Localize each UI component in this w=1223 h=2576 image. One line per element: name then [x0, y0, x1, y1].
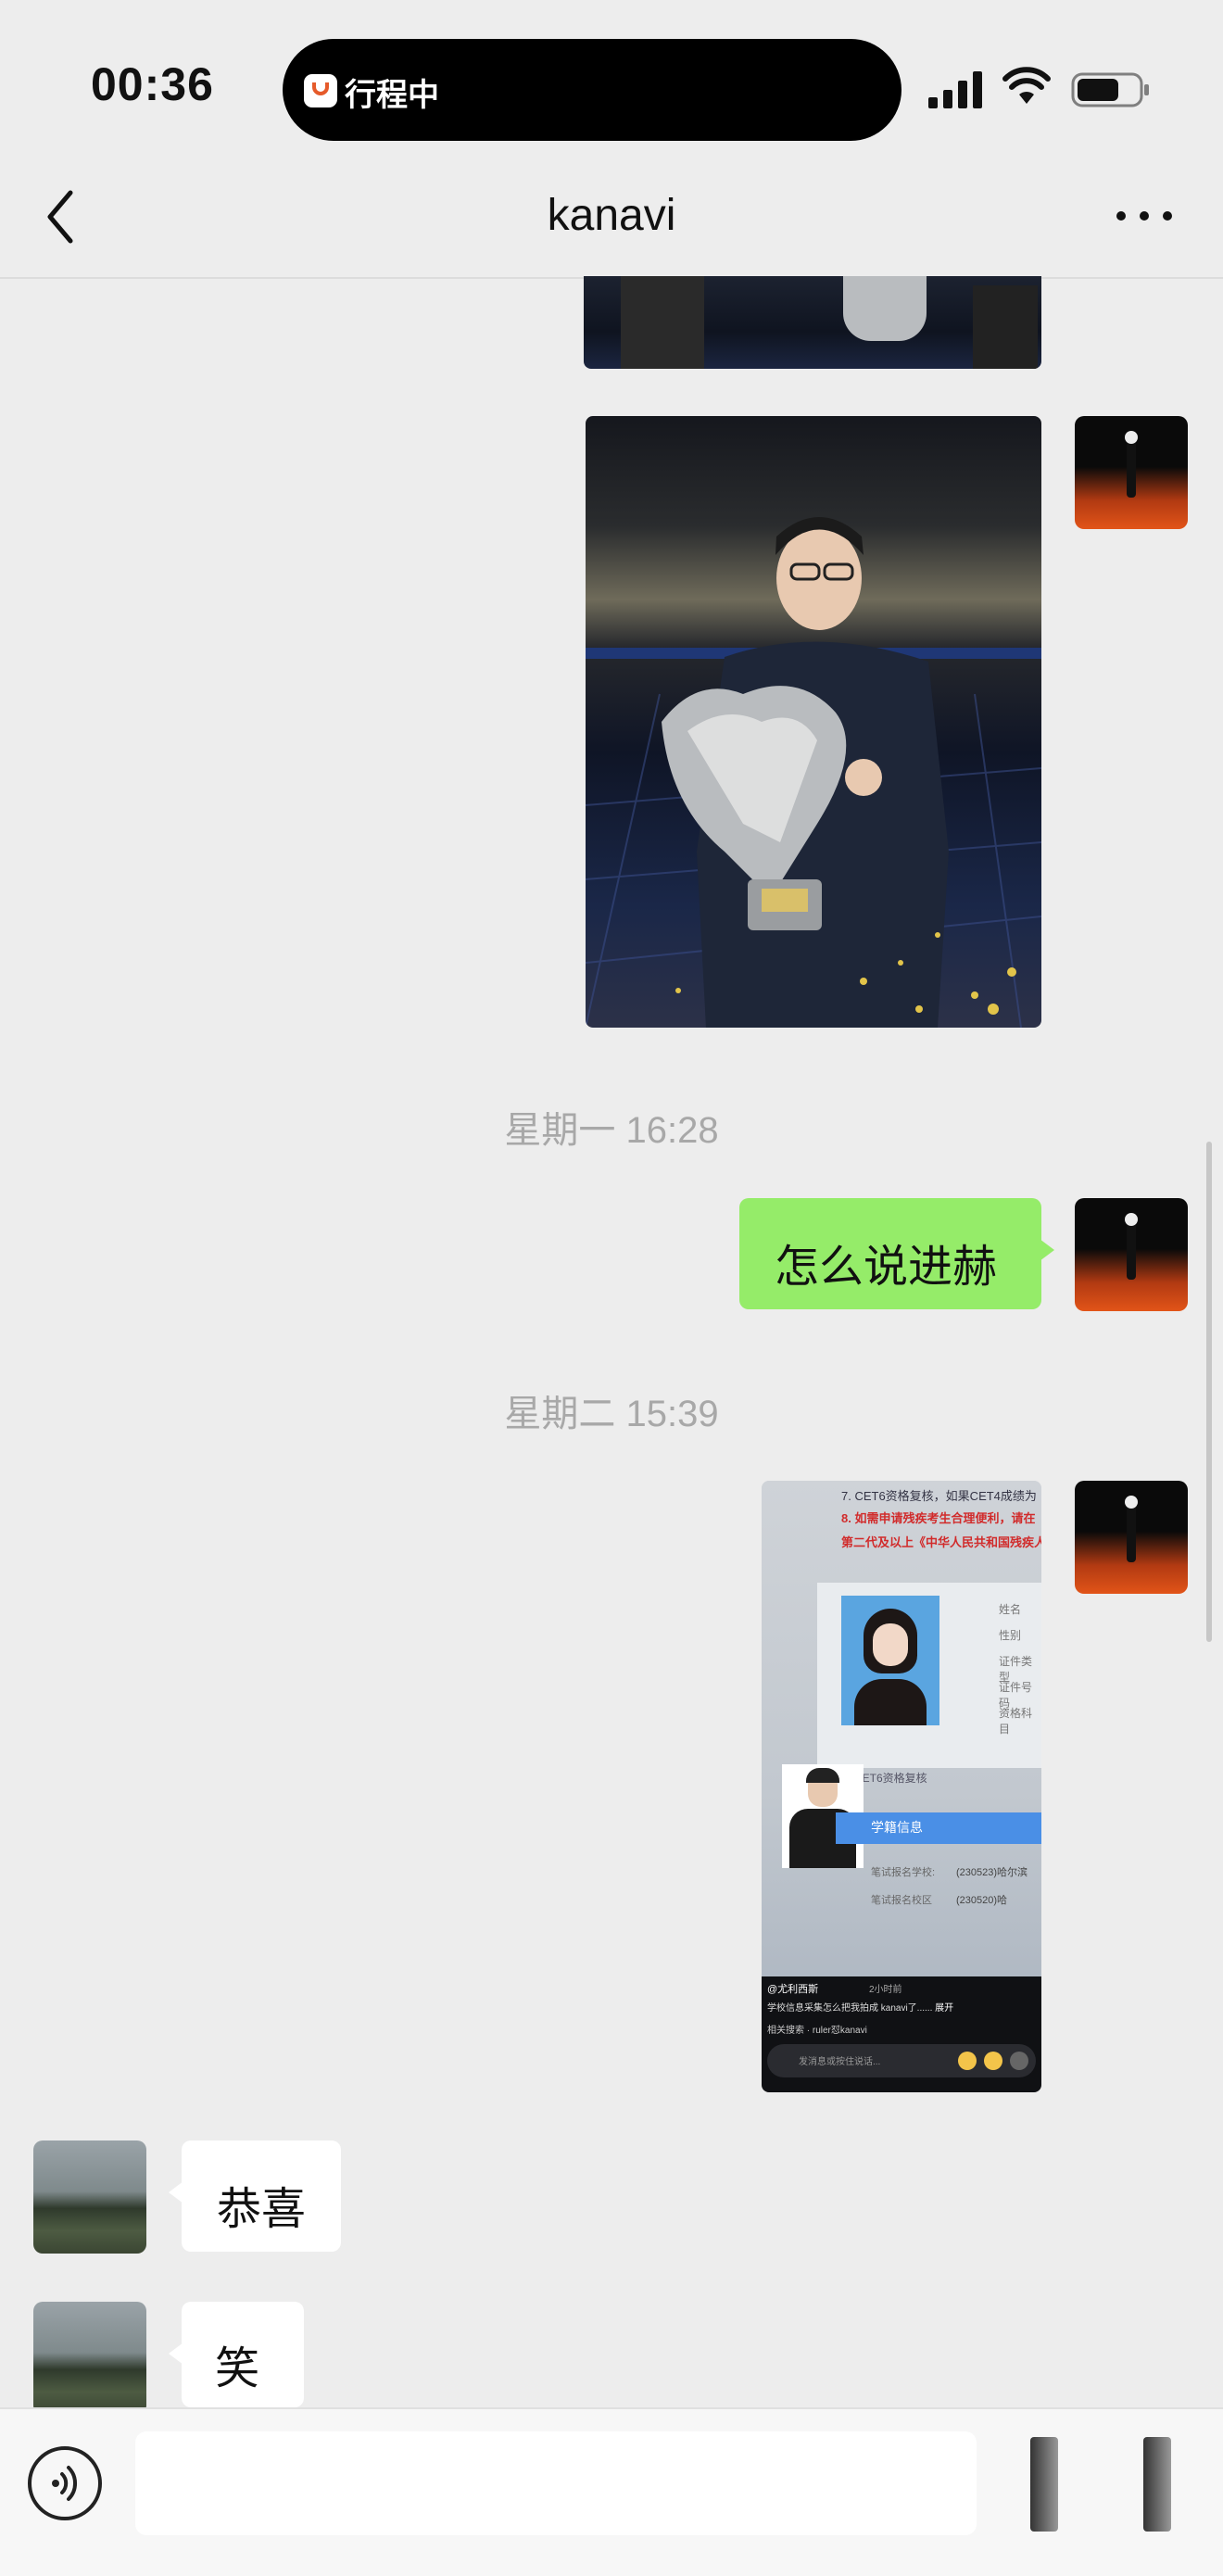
- card-caption-text: 学校信息采集怎么把我拍成 kanavi了......: [767, 2003, 933, 2014]
- emoji-icon: [958, 2052, 977, 2070]
- message-text: 恭喜: [217, 2185, 307, 2234]
- message-text: 怎么说进赫: [775, 1243, 998, 1292]
- card-row-value: (230523)哈尔滨: [956, 1867, 1028, 1878]
- emoji-icon: [984, 2052, 1002, 2070]
- card-related: 相关搜索 · ruler怼kanavi: [767, 2026, 867, 2036]
- avatar-small-icon: [1010, 2052, 1028, 2070]
- signal-icon: [928, 71, 982, 108]
- received-message-bubble[interactable]: 恭喜: [169, 2140, 341, 2252]
- status-time: 00:36: [91, 58, 214, 110]
- voice-icon[interactable]: [28, 2446, 102, 2520]
- trophy-photo-illustration: [586, 517, 1041, 1028]
- avatar-me[interactable]: [1075, 1198, 1188, 1311]
- emoji-button[interactable]: [1019, 2437, 1069, 2532]
- card-top-line: 7. CET6资格复核，如果CET4成绩为: [841, 1489, 1037, 1503]
- message-input[interactable]: [135, 2431, 977, 2535]
- card-caption: 学校信息采集怎么把我拍成 kanavi了...... 展开: [767, 2000, 1036, 2014]
- battery-icon: [1071, 72, 1149, 107]
- avatar-me[interactable]: [1075, 416, 1188, 529]
- scrollbar[interactable]: [1206, 1142, 1212, 1642]
- message-text: 笑: [215, 2344, 260, 2393]
- timestamp: 星期二 15:39: [504, 1394, 719, 1434]
- card-row-label: 笔试报名学校:: [871, 1867, 936, 1878]
- sent-message-bubble[interactable]: 怎么说进赫: [739, 1198, 1054, 1309]
- card-tag: CET6资格复核: [854, 1772, 927, 1785]
- card-section-title: 学籍信息: [871, 1820, 923, 1835]
- didi-icon: [304, 74, 337, 107]
- card-row-value: (230520)哈: [956, 1895, 1008, 1906]
- avatar-me[interactable]: [1075, 1481, 1188, 1594]
- wifi-icon: [1002, 67, 1051, 104]
- avatar-contact[interactable]: [33, 2140, 146, 2254]
- card-input-hint: 发消息或按住说话...: [799, 2057, 881, 2067]
- card-side-label: 资格科目: [999, 1707, 1033, 1736]
- timestamp: 星期一 16:28: [504, 1110, 719, 1151]
- avatar-contact[interactable]: [33, 2302, 146, 2415]
- more-dots-icon[interactable]: [1112, 202, 1177, 230]
- card-red-line-2: 第二代及以上《中华人民共和国残疾人: [841, 1535, 1041, 1549]
- chat-title: kanavi: [547, 191, 676, 240]
- card-side-label: 性别: [999, 1629, 1022, 1642]
- card-section-header: [836, 1812, 1041, 1844]
- plus-button[interactable]: [1132, 2437, 1182, 2532]
- image-message-previous[interactable]: [584, 276, 1041, 369]
- live-activity-label: 行程中: [345, 78, 439, 113]
- id-photo: [841, 1596, 939, 1725]
- card-author-meta: 2小时前: [869, 1985, 902, 1995]
- image-message-trophy[interactable]: [586, 416, 1041, 1028]
- card-caption-more: 展开: [935, 2003, 954, 2014]
- card-author: @尤利西斯: [767, 1984, 819, 1995]
- received-message-bubble[interactable]: 笑: [169, 2302, 304, 2407]
- image-message-screenshot[interactable]: 7. CET6资格复核，如果CET4成绩为 8. 如需申请残疾考生合理便利，请在…: [762, 1481, 1041, 2092]
- card-row-label: 笔试报名校区: [871, 1895, 932, 1906]
- card-red-line-1: 8. 如需申请残疾考生合理便利，请在: [841, 1511, 1036, 1525]
- card-side-label: 姓名: [999, 1603, 1022, 1616]
